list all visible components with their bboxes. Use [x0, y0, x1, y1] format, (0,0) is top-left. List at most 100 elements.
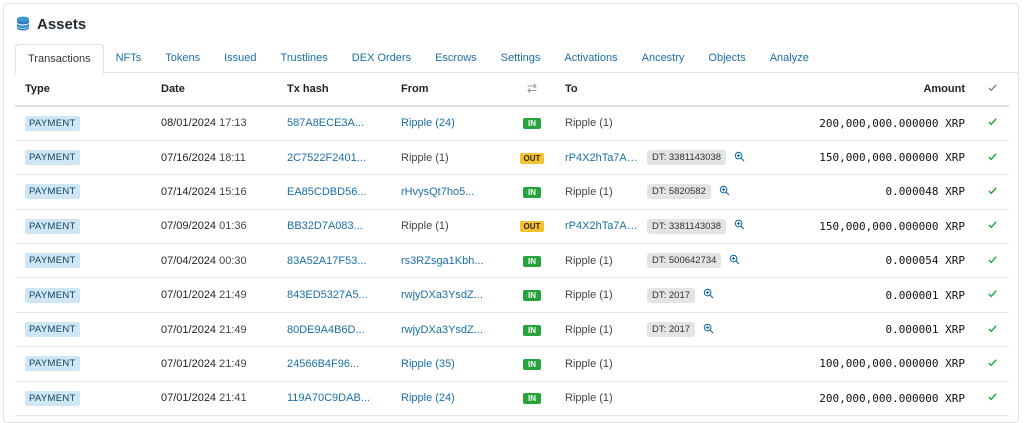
tx-amount: 150,000,000.000000 XRP — [765, 140, 975, 176]
tx-hash-link[interactable]: 587A8ECE3A... — [287, 117, 364, 129]
tx-hash-link[interactable]: 119A70C9DAB... — [287, 392, 370, 404]
to-address: Ripple (1) — [565, 289, 613, 302]
tx-hash-link[interactable]: BB32D7A083... — [287, 220, 363, 232]
tx-hash-link[interactable]: 80DE9A4B6D... — [287, 324, 365, 336]
direction-badge: OUT — [519, 152, 545, 164]
table-row[interactable]: PAYMENT 07/04/2024 00:30 83A52A17F53... rs3… — [15, 243, 1009, 279]
col-header-status — [975, 73, 1009, 107]
to-address[interactable]: rP4X2hTa7A7u... — [565, 152, 641, 164]
tab-escrows[interactable]: Escrows — [423, 44, 489, 73]
tx-type-badge: PAYMENT — [25, 322, 80, 338]
table-row[interactable]: PAYMENT 07/09/2024 01:36 BB32D7A083... Ripp… — [15, 209, 1009, 245]
table-row[interactable]: PAYMENT 08/01/2024 17:13 587A8ECE3A... Ripp… — [15, 106, 1009, 141]
from-address[interactable]: rs3RZsga1Kbh... — [401, 255, 484, 267]
tab-dex-orders[interactable]: DEX Orders — [340, 44, 423, 73]
success-check-icon — [987, 152, 998, 165]
tx-date: 07/01/2024 — [161, 392, 217, 405]
success-check-icon — [987, 187, 998, 199]
col-header-direction[interactable] — [509, 73, 555, 107]
table-row[interactable]: PAYMENT 07/01/2024 21:41 119A70C9DAB... Rip… — [15, 381, 1009, 417]
tx-amount: 200,000,000.000000 XRP — [765, 381, 975, 417]
tab-bar: Transactions NFTs Tokens Issued Trustlines DE… — [15, 44, 1018, 74]
tab-objects[interactable]: Objects — [696, 44, 757, 73]
from-address[interactable]: rwjyDXa3YsdZ... — [401, 289, 483, 301]
tab-ancestry[interactable]: Ancestry — [630, 44, 697, 73]
tx-amount: 100,000,000.000000 XRP — [765, 346, 975, 382]
direction-badge: OUT — [519, 221, 545, 233]
col-header-hash[interactable]: Tx hash — [277, 73, 391, 107]
col-header-from[interactable]: From — [391, 73, 509, 107]
direction-badge: IN — [523, 393, 541, 405]
destination-tag-badge: DT: 3381143038 — [647, 150, 727, 166]
tx-type-badge: PAYMENT — [25, 287, 80, 303]
tx-amount: 0.000001 XRP — [765, 277, 975, 313]
tx-time: 18:11 — [219, 151, 246, 164]
table-row[interactable]: PAYMENT 07/01/2024 21:49 80DE9A4B6D... rwjy… — [15, 312, 1009, 348]
col-header-date[interactable]: Date — [151, 73, 277, 107]
destination-tag-badge: DT: 2017 — [647, 322, 696, 338]
success-check-icon — [987, 393, 998, 405]
tx-date: 07/16/2024 — [161, 151, 217, 164]
tx-hash-link[interactable]: 83A52A17F53... — [287, 255, 367, 267]
zoom-in-icon[interactable] — [703, 323, 714, 337]
col-header-type[interactable]: Type — [15, 73, 151, 107]
tx-type-badge: PAYMENT — [25, 253, 80, 269]
tx-hash-link[interactable]: 24566B4F96... — [287, 358, 359, 370]
tx-time: 21:41 — [219, 392, 247, 405]
tx-hash-link[interactable]: 2C7522F2401... — [287, 152, 366, 164]
table-header-row: Type Date Tx hash From To Amount — [15, 73, 1009, 107]
tx-type-badge: PAYMENT — [25, 356, 80, 372]
transactions-table: Type Date Tx hash From To Amount PAYMENT… — [15, 73, 1009, 417]
tab-tokens[interactable]: Tokens — [153, 44, 212, 73]
tx-date: 07/01/2024 — [161, 357, 217, 370]
destination-tag-badge: DT: 2017 — [647, 287, 696, 303]
success-check-icon — [987, 359, 998, 371]
to-address: Ripple (1) — [565, 357, 613, 370]
from-address[interactable]: rwjyDXa3YsdZ... — [401, 324, 483, 336]
destination-tag-badge: DT: 500642734 — [647, 253, 722, 269]
tx-amount: 0.000001 XRP — [765, 312, 975, 348]
tx-type-badge: PAYMENT — [25, 218, 80, 234]
tx-hash-link[interactable]: 843ED5327A5... — [287, 289, 368, 301]
tx-time: 17:13 — [219, 117, 247, 130]
zoom-in-icon[interactable] — [719, 185, 730, 199]
panel-header: Assets — [15, 12, 86, 36]
from-address: Ripple (1) — [401, 151, 449, 164]
to-address[interactable]: rP4X2hTa7A7u... — [565, 220, 641, 232]
zoom-in-icon[interactable] — [703, 288, 714, 302]
tx-amount: 0.000048 XRP — [765, 174, 975, 210]
assets-panel: Assets Transactions NFTs Tokens Issued Trust… — [3, 3, 1019, 423]
swap-arrows-icon — [526, 83, 538, 97]
success-check-icon — [987, 256, 998, 268]
from-address[interactable]: Ripple (24) — [401, 117, 455, 129]
tab-transactions[interactable]: Transactions — [15, 44, 104, 74]
from-address[interactable]: rHvysQt7ho5... — [401, 186, 474, 198]
to-address: Ripple (1) — [565, 117, 613, 130]
tab-activations[interactable]: Activations — [552, 44, 629, 73]
to-address: Ripple (1) — [565, 392, 613, 405]
tab-nfts[interactable]: NFTs — [104, 44, 154, 73]
tab-issued[interactable]: Issued — [212, 44, 268, 73]
from-address[interactable]: Ripple (24) — [401, 392, 455, 404]
from-address[interactable]: Ripple (35) — [401, 358, 455, 370]
tx-date: 08/01/2024 — [161, 117, 217, 130]
col-header-amount[interactable]: Amount — [765, 73, 975, 107]
tab-settings[interactable]: Settings — [489, 44, 553, 73]
zoom-in-icon[interactable] — [734, 219, 745, 233]
zoom-in-icon[interactable] — [734, 151, 745, 165]
tx-time: 15:16 — [219, 185, 247, 198]
to-address: Ripple (1) — [565, 323, 613, 336]
direction-badge: IN — [523, 358, 541, 370]
tx-hash-link[interactable]: EA85CDBD56... — [287, 186, 366, 198]
check-icon — [987, 84, 998, 96]
tab-analyze[interactable]: Analyze — [758, 44, 821, 73]
zoom-in-icon[interactable] — [729, 254, 740, 268]
direction-badge: IN — [523, 324, 541, 336]
table-row[interactable]: PAYMENT 07/16/2024 18:11 2C7522F2401... Rip… — [15, 140, 1009, 176]
tx-time: 21:49 — [219, 323, 247, 336]
col-header-to[interactable]: To — [555, 73, 765, 107]
tab-trustlines[interactable]: Trustlines — [269, 44, 340, 73]
table-row[interactable]: PAYMENT 07/01/2024 21:49 843ED5327A5... rwj… — [15, 277, 1009, 313]
table-row[interactable]: PAYMENT 07/01/2024 21:49 24566B4F96... Ripp… — [15, 346, 1009, 382]
table-row[interactable]: PAYMENT 07/14/2024 15:16 EA85CDBD56... rHvy… — [15, 174, 1009, 210]
